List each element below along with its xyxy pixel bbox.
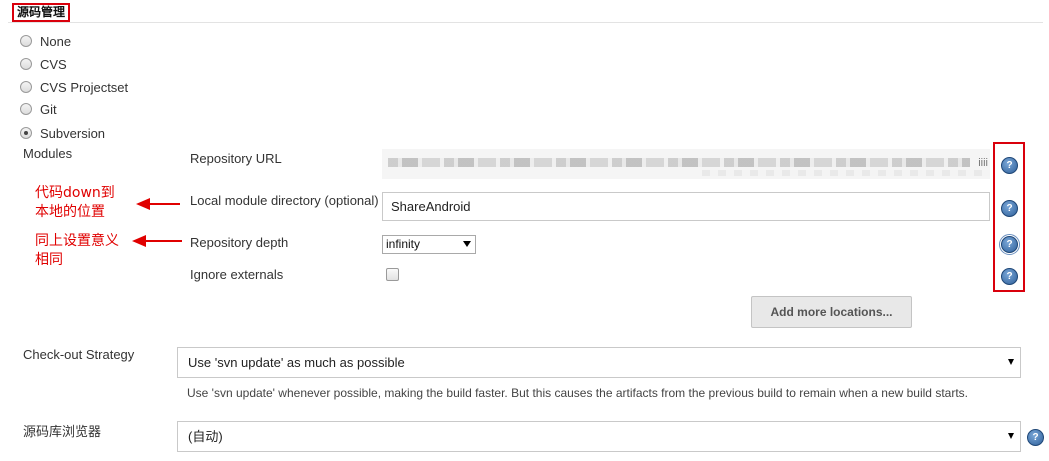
repository-url-input[interactable]: iiii xyxy=(382,149,990,179)
radio-button[interactable] xyxy=(20,81,32,93)
scm-option-label: CVS xyxy=(40,56,67,72)
scm-option-label: Git xyxy=(40,101,57,117)
scm-option-git[interactable]: Git xyxy=(20,100,57,118)
redacted-url-text xyxy=(702,170,990,176)
repository-browser-select[interactable]: (自动) xyxy=(177,421,1021,452)
dropdown-arrow-icon xyxy=(1008,359,1014,365)
checkout-strategy-description: Use 'svn update' whenever possible, maki… xyxy=(187,386,968,400)
ignore-externals-label: Ignore externals xyxy=(190,267,284,282)
ignore-externals-checkbox[interactable] xyxy=(386,268,399,281)
checkout-strategy-select[interactable]: Use 'svn update' as much as possible xyxy=(177,347,1021,378)
repository-browser-value: (自动) xyxy=(188,429,223,444)
section-title: 源码管理 xyxy=(12,3,71,22)
scm-option-label: Subversion xyxy=(40,125,106,141)
help-icon[interactable]: ? xyxy=(1001,200,1018,217)
local-module-directory-label: Local module directory (optional) xyxy=(190,193,379,208)
scm-option-subversion[interactable]: Subversion xyxy=(20,124,105,142)
help-icon[interactable]: ? xyxy=(1001,268,1018,285)
scm-option-cvs[interactable]: CVS xyxy=(20,55,67,73)
checkout-strategy-value: Use 'svn update' as much as possible xyxy=(188,355,405,370)
repository-depth-value: infinity xyxy=(386,237,421,251)
radio-button[interactable] xyxy=(20,58,32,70)
help-icon[interactable]: ? xyxy=(1001,157,1018,174)
url-tail-text: iiii xyxy=(978,157,988,169)
repository-depth-label: Repository depth xyxy=(190,235,289,250)
arrow-left-icon xyxy=(132,235,182,247)
modules-label: Modules xyxy=(23,146,73,161)
radio-button[interactable] xyxy=(20,103,32,115)
checkout-strategy-label: Check-out Strategy xyxy=(23,347,135,362)
scm-option-none[interactable]: None xyxy=(20,32,71,50)
annotation-note: 同上设置意义 相同 xyxy=(35,233,119,268)
scm-option-label: CVS Projectset xyxy=(40,79,129,95)
section-divider xyxy=(8,22,1043,23)
local-module-directory-input[interactable]: ShareAndroid xyxy=(382,192,990,221)
arrow-left-icon xyxy=(136,198,180,210)
repository-url-label: Repository URL xyxy=(190,151,282,166)
repository-depth-select[interactable]: infinity xyxy=(382,235,476,254)
annotation-note: 代码down到 本地的位置 xyxy=(35,185,115,220)
add-more-locations-button[interactable]: Add more locations... xyxy=(751,296,912,328)
repository-browser-label: 源码库浏览器 xyxy=(23,424,102,439)
dropdown-arrow-icon xyxy=(1008,433,1014,439)
scm-option-cvs-projectset[interactable]: CVS Projectset xyxy=(20,78,128,96)
dropdown-arrow-icon xyxy=(463,241,471,247)
radio-button-selected[interactable] xyxy=(20,127,32,139)
radio-button[interactable] xyxy=(20,35,32,47)
help-icon[interactable]: ? xyxy=(1027,429,1044,446)
help-icon[interactable]: ? xyxy=(999,234,1020,255)
scm-option-label: None xyxy=(40,33,72,49)
redacted-url-text xyxy=(388,158,970,167)
